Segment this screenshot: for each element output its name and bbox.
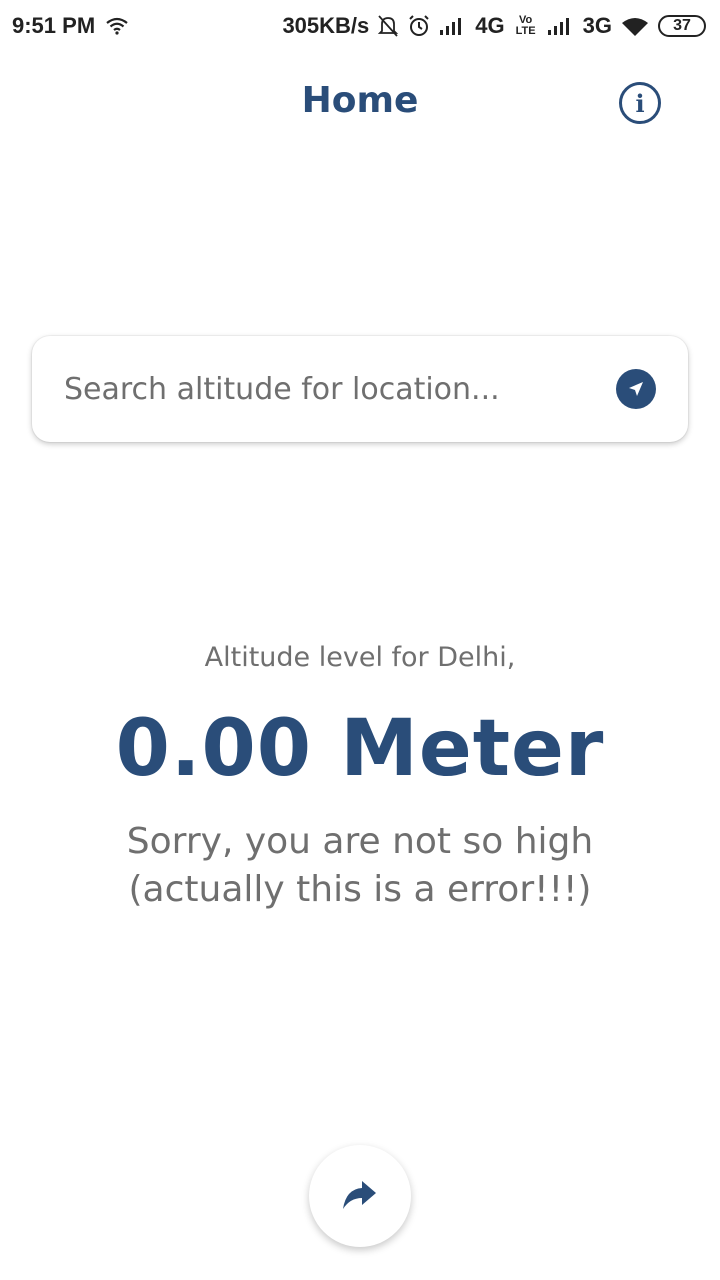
locate-button[interactable] — [616, 369, 656, 409]
bell-muted-icon — [377, 14, 399, 38]
alarm-icon — [407, 14, 431, 38]
navigation-arrow-icon — [629, 382, 643, 396]
message-line-2: (actually this is a error!!!) — [128, 869, 592, 910]
info-button[interactable]: i — [619, 82, 661, 124]
share-icon — [343, 1181, 376, 1209]
page-title: Home — [301, 80, 419, 121]
network-type-2: 3G — [582, 13, 612, 38]
status-bar-left: 9:51 PM — [12, 13, 129, 39]
altitude-message: Sorry, you are not so high (actually thi… — [0, 818, 720, 914]
battery-indicator: 37 — [658, 15, 706, 37]
wifi-icon — [620, 15, 650, 37]
info-icon: i — [635, 88, 645, 118]
wifi-icon — [105, 16, 129, 36]
signal-icon — [547, 16, 575, 36]
app-header: Home i — [0, 62, 720, 144]
share-button[interactable] — [309, 1145, 411, 1247]
status-bar: 9:51 PM 305KB/s 4G Vo LTE 3G 37 — [0, 0, 720, 52]
volte-indicator: Vo LTE — [515, 14, 536, 37]
message-line-1: Sorry, you are not so high — [126, 821, 594, 862]
search-input[interactable] — [64, 371, 616, 407]
altitude-value: 0.00 Meter — [115, 704, 605, 794]
search-bar — [32, 336, 688, 442]
status-bar-right: 305KB/s 4G Vo LTE 3G 37 — [282, 13, 706, 39]
signal-icon — [439, 16, 467, 36]
network-speed: 305KB/s — [282, 13, 370, 38]
status-time: 9:51 PM — [12, 13, 96, 38]
altitude-label: Altitude level for Delhi, — [204, 642, 516, 673]
network-type-1: 4G — [475, 13, 505, 38]
